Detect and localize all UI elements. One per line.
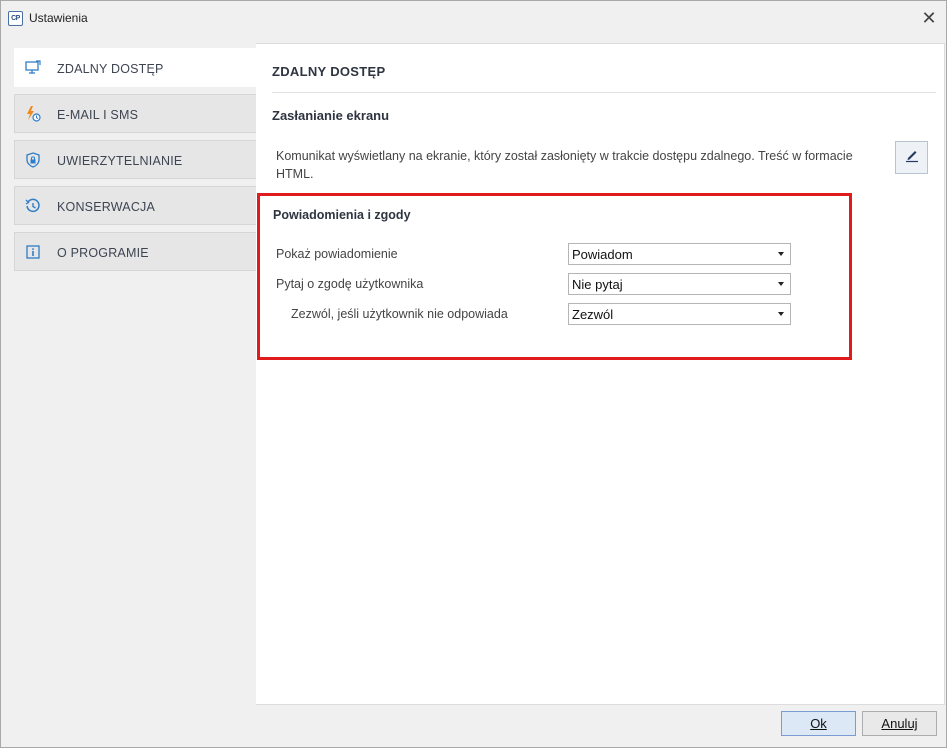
sidebar-item-authentication[interactable]: UWIERZYTELNIANIE <box>14 140 256 179</box>
show-notification-select[interactable]: Powiadom <box>568 243 791 265</box>
app-logo-icon: CP <box>8 11 23 26</box>
select-value: Nie pytaj <box>572 277 623 292</box>
pencil-icon <box>904 147 920 168</box>
content-panel: ZDALNY DOSTĘP Zasłanianie ekranu Komunik… <box>256 43 945 705</box>
cancel-button[interactable]: Anuluj <box>862 711 937 736</box>
ask-consent-label: Pytaj o zgodę użytkownika <box>276 277 424 291</box>
history-icon <box>25 198 41 214</box>
lightning-clock-icon <box>25 106 41 122</box>
settings-window: CP Ustawienia ✕ ZDALNY DOSTĘP E-MAIL I S… <box>0 0 947 748</box>
sidebar-item-remote-access[interactable]: ZDALNY DOSTĘP <box>14 48 257 87</box>
sidebar-item-label: KONSERWACJA <box>57 200 156 214</box>
ask-consent-select[interactable]: Nie pytaj <box>568 273 791 295</box>
select-value: Powiadom <box>572 247 633 262</box>
ok-button[interactable]: Ok <box>781 711 856 736</box>
sidebar-item-maintenance[interactable]: KONSERWACJA <box>14 186 256 225</box>
close-button[interactable]: ✕ <box>918 7 940 29</box>
sidebar-item-label: O PROGRAMIE <box>57 246 149 260</box>
window-title: Ustawienia <box>29 11 88 25</box>
info-icon <box>25 244 41 260</box>
shield-lock-icon <box>25 152 41 168</box>
edit-message-button[interactable] <box>895 141 928 174</box>
sidebar-item-label: ZDALNY DOSTĘP <box>57 62 164 76</box>
chevron-down-icon <box>778 282 784 286</box>
sidebar-item-label: E-MAIL I SMS <box>57 108 139 122</box>
page-title: ZDALNY DOSTĘP <box>272 64 386 79</box>
sidebar-item-about[interactable]: O PROGRAMIE <box>14 232 256 271</box>
chevron-down-icon <box>778 252 784 256</box>
show-notification-label: Pokaż powiadomienie <box>276 247 398 261</box>
select-value: Zezwól <box>572 307 614 322</box>
sidebar: ZDALNY DOSTĘP E-MAIL I SMS UWIERZYTELNIA… <box>14 48 257 278</box>
sidebar-item-label: UWIERZYTELNIANIE <box>57 154 183 168</box>
ok-label: Ok <box>810 716 827 731</box>
title-bar: CP Ustawienia ✕ <box>1 1 946 35</box>
cancel-label: Anuluj <box>881 716 918 731</box>
screen-cover-description: Komunikat wyświetlany na ekranie, który … <box>276 149 853 181</box>
screen-cover-heading: Zasłanianie ekranu <box>272 108 390 123</box>
notifications-heading: Powiadomienia i zgody <box>273 208 411 222</box>
allow-no-response-select[interactable]: Zezwól <box>568 303 791 325</box>
allow-no-response-label: Zezwól, jeśli użytkownik nie odpowiada <box>291 307 508 321</box>
chevron-down-icon <box>778 312 784 316</box>
divider <box>272 92 936 93</box>
sidebar-item-email-sms[interactable]: E-MAIL I SMS <box>14 94 256 133</box>
monitor-remote-icon <box>25 60 41 76</box>
